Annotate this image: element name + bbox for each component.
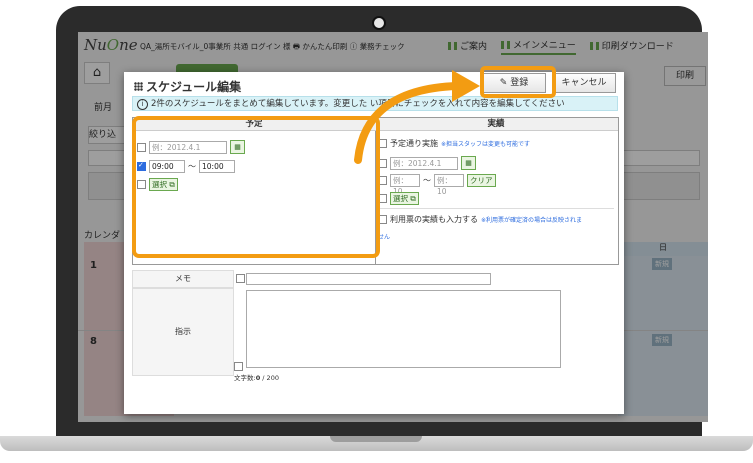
memo-label-text: メモ [175, 274, 191, 283]
external-link-icon: ⧉ [410, 194, 416, 203]
instruction-label: 指示 [132, 288, 234, 376]
actual-time-end[interactable]: 例：10 [434, 174, 464, 196]
usage-note: ※利用票が確定済の場合は反映されま [481, 217, 583, 224]
clear-button[interactable]: クリア [467, 174, 496, 187]
char-count: 文字数:0 / 200 [234, 372, 279, 382]
actual-select-button[interactable]: 選択 ⧉ [390, 192, 419, 205]
char-count-max: / 200 [260, 374, 279, 382]
actual-select-label: 選択 [393, 194, 408, 203]
actual-select-row: 選択 ⧉ [378, 192, 419, 205]
actual-divider [378, 208, 614, 209]
memo-checkbox[interactable] [236, 274, 245, 283]
dialog-title: スケジュール編集 [134, 78, 241, 95]
clear-label: クリア [470, 176, 493, 185]
plan-highlight-frame [132, 116, 380, 258]
curved-arrow-icon [354, 70, 480, 164]
cancel-label: キャンセル [561, 78, 607, 88]
actual-time-row: 例：10 〜 例：10 クリア [378, 174, 496, 196]
usage-label: 利用票の実績も入力する [390, 215, 478, 224]
screen: NuOne QA_湯所モバイル_0事業所 共通 ログイン 様 🖶 かんたん印刷 … [78, 32, 708, 422]
usage-row: 利用票の実績も入力する ※利用票が確定済の場合は反映されま [378, 214, 582, 225]
cancel-button[interactable]: キャンセル [552, 73, 616, 93]
actual-time-start[interactable]: 例：10 [390, 174, 420, 196]
laptop-notch [330, 436, 422, 442]
char-count-label: 文字数: [234, 374, 256, 382]
actual-time-end-placeholder: 例：10 [437, 176, 452, 196]
instruction-checkbox[interactable] [234, 362, 243, 371]
instruction-textarea[interactable] [246, 290, 561, 368]
memo-input[interactable] [246, 273, 491, 285]
info-icon: i [137, 99, 148, 110]
instruction-label-text: 指示 [175, 327, 191, 336]
time-separator: 〜 [423, 176, 431, 185]
dialog-title-text: スケジュール編集 [146, 80, 242, 94]
memo-label: メモ [132, 270, 234, 288]
grid-icon [134, 82, 143, 91]
camera-icon [372, 16, 386, 30]
